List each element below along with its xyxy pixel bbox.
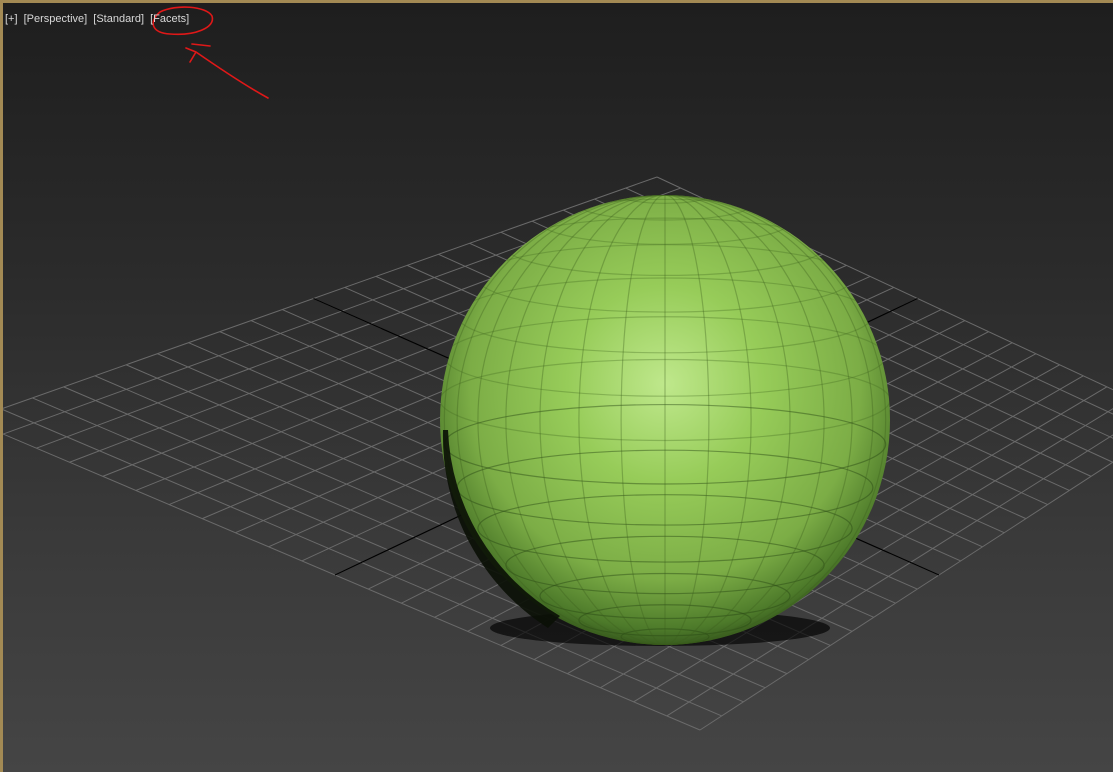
point-of-view-menu[interactable]: [Perspective]	[24, 13, 88, 25]
viewport-scene[interactable]	[0, 0, 1113, 772]
perspective-viewport[interactable]: [+] [Perspective] [Standard] [Facets]	[0, 0, 1113, 772]
viewport-label-menu: [+] [Perspective] [Standard] [Facets]	[5, 13, 192, 25]
display-mode-menu[interactable]: [Facets]	[150, 13, 189, 25]
sphere-object[interactable]	[440, 188, 890, 646]
general-viewport-menu[interactable]: [+]	[5, 13, 18, 25]
shading-mode-menu[interactable]: [Standard]	[93, 13, 144, 25]
annotation-arrow	[185, 43, 269, 99]
